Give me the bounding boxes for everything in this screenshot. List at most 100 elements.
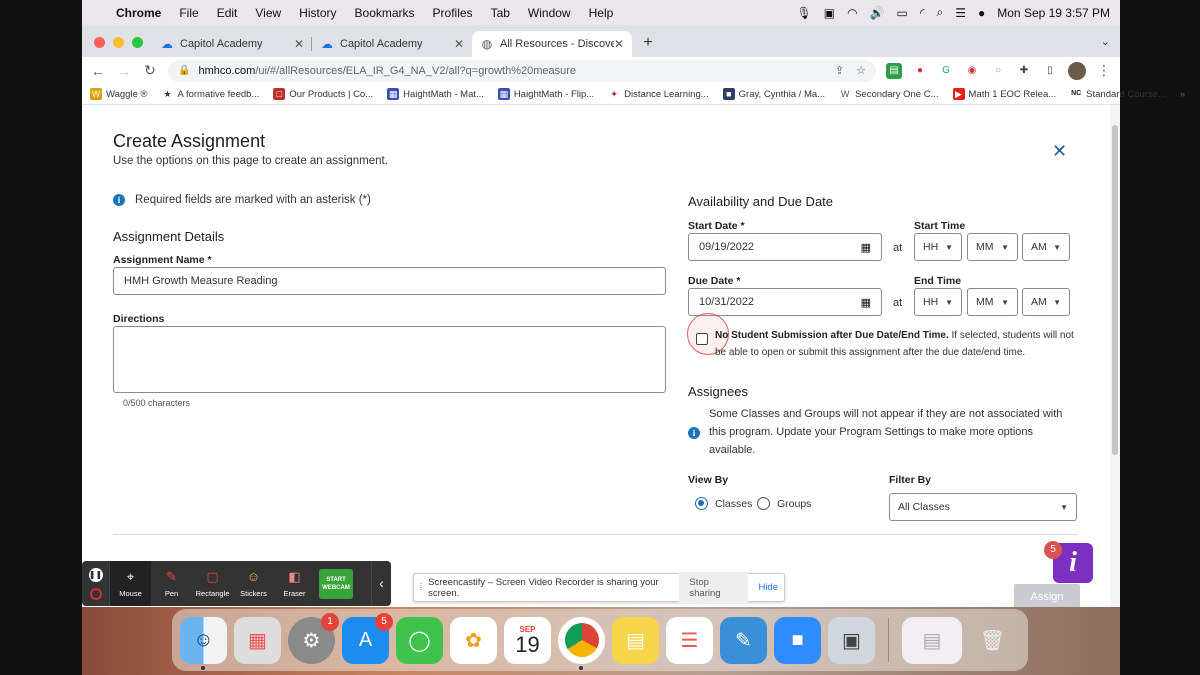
menubar-clock[interactable]: Mon Sep 19 3:57 PM (997, 6, 1110, 20)
share-icon[interactable]: ⇪ (835, 64, 844, 77)
extension-red-icon[interactable]: ● (912, 63, 928, 79)
bookmark-secondary-one[interactable]: W Secondary One C... (839, 88, 939, 100)
bookmarks-overflow-icon[interactable]: » (1180, 89, 1185, 100)
pause-icon[interactable]: ❚❚ (88, 567, 103, 582)
view-by-groups-label[interactable]: Groups (777, 498, 811, 510)
stop-recording-icon[interactable] (89, 587, 102, 600)
scrollbar-thumb[interactable] (1112, 125, 1118, 455)
extension-g-icon[interactable]: G (938, 63, 954, 79)
tab-capitol-academy-2[interactable]: ☁ Capitol Academy ✕ (312, 31, 472, 57)
close-tab-icon[interactable]: ✕ (294, 37, 304, 51)
stickers-tool[interactable]: ☺ Stickers (233, 561, 274, 606)
screencastify-extension-icon[interactable]: ◉ (964, 63, 980, 79)
view-by-classes-radio[interactable] (695, 497, 708, 510)
menu-profiles[interactable]: Profiles (433, 6, 473, 20)
menu-help[interactable]: Help (589, 6, 614, 20)
start-minute-select[interactable]: MM ▼ (967, 233, 1018, 261)
directions-textarea[interactable] (113, 326, 666, 393)
close-tab-icon[interactable]: ✕ (614, 37, 624, 51)
app-store-icon[interactable]: A5 (342, 612, 393, 664)
control-center-icon[interactable]: ☰ (955, 6, 966, 20)
menu-window[interactable]: Window (528, 6, 571, 20)
menu-view[interactable]: View (255, 6, 281, 20)
drag-handle-icon[interactable]: ⦙ (420, 582, 422, 593)
trash-icon[interactable]: 🗑 (969, 617, 1016, 664)
messages-icon[interactable]: ◯ (396, 616, 443, 664)
bookmark-distance-learning[interactable]: ✦ Distance Learning... (608, 88, 709, 100)
bookmark-waggle[interactable]: W Waggle ® (90, 88, 148, 100)
start-ampm-select[interactable]: AM ▼ (1022, 233, 1070, 261)
stop-sharing-button[interactable]: Stop sharing (679, 571, 749, 604)
calendar-app-icon[interactable]: SEP 19 (504, 616, 551, 664)
bookmark-standard-course[interactable]: NC Standard Course... (1070, 88, 1166, 100)
forward-arrow-icon[interactable]: → (116, 63, 132, 79)
filter-by-select[interactable]: All Classes ▼ (889, 493, 1077, 521)
spotlight-search-icon[interactable]: ⌕ (937, 5, 944, 20)
launchpad-icon[interactable]: ▦ (234, 616, 281, 664)
hide-button[interactable]: Hide (758, 582, 778, 593)
tab-capitol-academy-1[interactable]: ☁ Capitol Academy ✕ (152, 31, 312, 57)
reload-icon[interactable]: ↻ (142, 62, 158, 79)
lock-icon[interactable]: 🔒 (178, 65, 190, 76)
battery-icon[interactable]: ▭ (897, 6, 908, 20)
assignment-name-field[interactable]: HMH Growth Measure Reading (113, 267, 666, 295)
calendar-icon[interactable]: ▦ (861, 296, 871, 309)
rectangle-tool[interactable]: ▢ Rectangle (192, 561, 233, 606)
close-tab-icon[interactable]: ✕ (454, 37, 464, 51)
menu-tab[interactable]: Tab (491, 6, 510, 20)
end-ampm-select[interactable]: AM ▼ (1022, 288, 1070, 316)
photos-icon[interactable]: ✿ (450, 616, 497, 664)
start-date-input[interactable]: 09/19/2022 ▦ (688, 233, 882, 261)
view-by-groups-radio[interactable] (757, 497, 770, 510)
due-date-input[interactable]: 10/31/2022 ▦ (688, 288, 882, 316)
preview-icon[interactable]: ▣ (828, 616, 875, 664)
zoom-icon[interactable]: ■ (774, 616, 821, 664)
bookmark-star-icon[interactable]: ☆ (856, 64, 866, 77)
collapse-toolbar-icon[interactable]: ‹ (371, 561, 391, 606)
minimized-window-thumbnail[interactable]: ▤ (902, 616, 962, 664)
bookmark-haightmath-flip[interactable]: ▦ HaightMath - Flip... (497, 88, 594, 100)
pen-tool[interactable]: ✎ Pen (151, 561, 192, 606)
chrome-app-icon[interactable] (558, 616, 605, 670)
system-preferences-icon[interactable]: ⚙ 1 (288, 612, 339, 664)
microphone-icon[interactable]: 🎙 (797, 6, 812, 20)
bookmark-our-products[interactable]: □ Our Products | Co... (273, 88, 373, 100)
menu-chrome[interactable]: Chrome (116, 6, 161, 20)
tab-all-resources[interactable]: ◍ All Resources - Discover - HM ✕ (472, 31, 632, 57)
eraser-tool[interactable]: ◧ Eraser (274, 561, 315, 606)
close-window-button[interactable] (94, 37, 105, 48)
page-scrollbar[interactable] (1110, 105, 1120, 607)
textedit-icon[interactable]: ✎ (720, 616, 767, 664)
zoom-window-button[interactable] (132, 37, 143, 48)
start-hour-select[interactable]: HH ▼ (914, 233, 962, 261)
headphones-icon[interactable]: ◠ (847, 6, 857, 20)
notes-icon[interactable]: ▤ (612, 616, 659, 664)
extensions-puzzle-icon[interactable]: ✚ (1016, 63, 1032, 79)
volume-icon[interactable]: 🔊 (870, 6, 885, 20)
menu-history[interactable]: History (299, 6, 336, 20)
no-submission-checkbox[interactable] (696, 333, 708, 345)
bookmark-math1-eoc[interactable]: ▶ Math 1 EOC Relea... (952, 88, 1056, 100)
calendar-icon[interactable]: ▦ (861, 241, 871, 254)
bookmark-gray-cynthia[interactable]: ■ Gray, Cynthia / Ma... (722, 88, 825, 100)
menu-edit[interactable]: Edit (217, 6, 238, 20)
bookmark-haightmath-mat[interactable]: ▦ HaightMath - Mat... (387, 88, 484, 100)
side-panel-icon[interactable]: ▯ (1042, 63, 1058, 79)
profile-avatar[interactable] (1068, 61, 1086, 80)
menu-bookmarks[interactable]: Bookmarks (355, 6, 415, 20)
mouse-tool[interactable]: ⌖ Mouse (110, 561, 151, 606)
chrome-menu-icon[interactable]: ⋮ (1096, 62, 1112, 79)
extension-circle-icon[interactable]: ○ (990, 63, 1006, 79)
view-by-classes-label[interactable]: Classes (715, 498, 752, 510)
finder-icon[interactable]: ☺ (180, 616, 227, 670)
menu-file[interactable]: File (179, 6, 198, 20)
siri-icon[interactable]: ● (978, 6, 985, 20)
back-arrow-icon[interactable]: ← (90, 63, 106, 79)
minimize-window-button[interactable] (113, 37, 124, 48)
end-minute-select[interactable]: MM ▼ (967, 288, 1018, 316)
start-webcam-button[interactable]: START WEBCAM (319, 568, 353, 599)
wifi-icon[interactable]: ◜ (920, 6, 925, 20)
close-icon[interactable]: ✕ (1052, 141, 1067, 162)
address-bar[interactable]: 🔒 hmhco.com /ui/#/allResources/ELA_IR_G4… (168, 59, 876, 82)
tab-search-chevron-icon[interactable]: ⌄ (1101, 35, 1110, 48)
